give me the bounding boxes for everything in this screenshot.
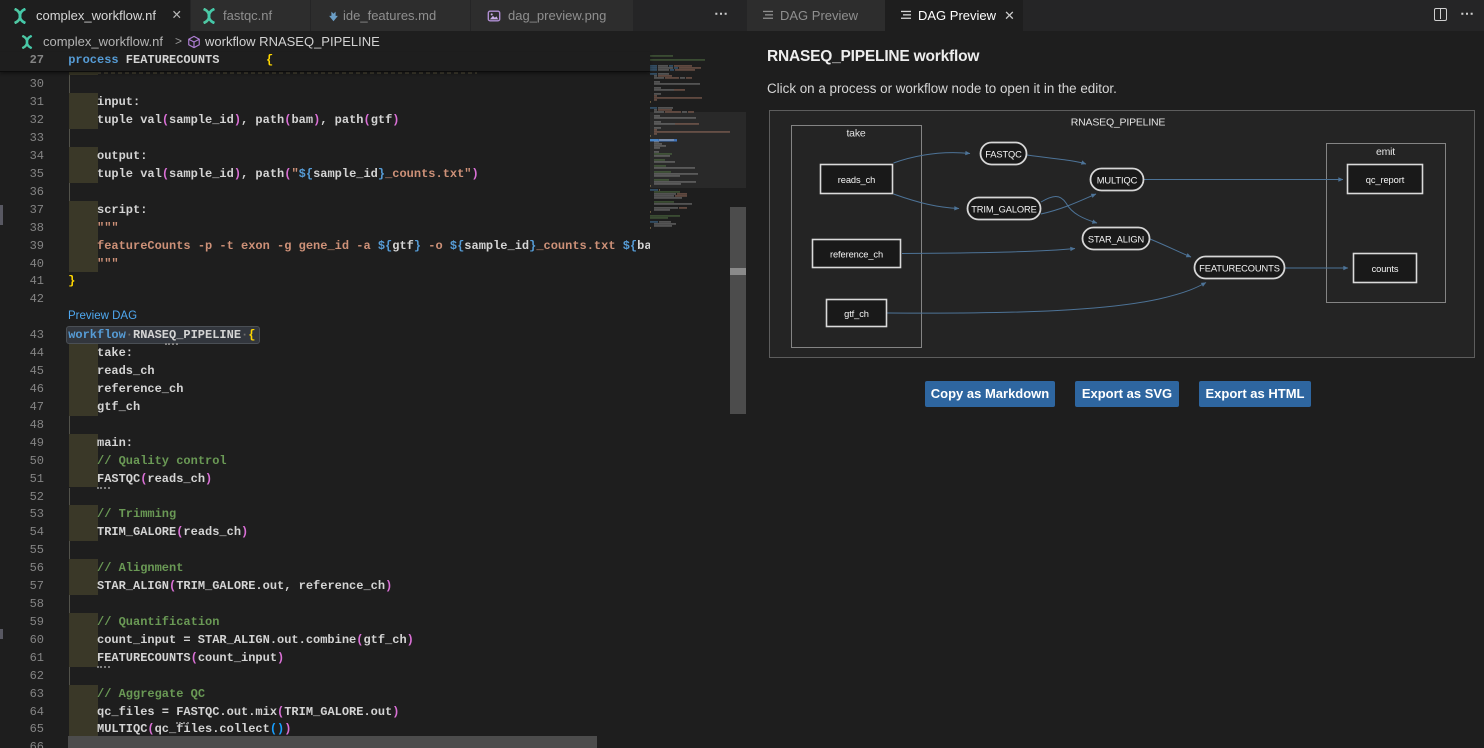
svg-text:take: take: [846, 128, 865, 140]
svg-text:reference_ch: reference_ch: [830, 250, 883, 260]
svg-text:MULTIQC: MULTIQC: [1097, 176, 1138, 186]
svg-text:FEATURECOUNTS: FEATURECOUNTS: [1199, 264, 1280, 274]
svg-text:FASTQC: FASTQC: [985, 150, 1022, 160]
svg-text:STAR_ALIGN: STAR_ALIGN: [1088, 235, 1144, 245]
svg-text:reads_ch: reads_ch: [838, 175, 875, 185]
svg-text:counts: counts: [1372, 264, 1399, 274]
svg-text:RNASEQ_PIPELINE: RNASEQ_PIPELINE: [1071, 117, 1166, 129]
svg-text:TRIM_GALORE: TRIM_GALORE: [971, 205, 1037, 215]
svg-text:qc_report: qc_report: [1366, 175, 1405, 185]
svg-text:gtf_ch: gtf_ch: [844, 309, 869, 319]
svg-text:emit: emit: [1376, 146, 1395, 158]
